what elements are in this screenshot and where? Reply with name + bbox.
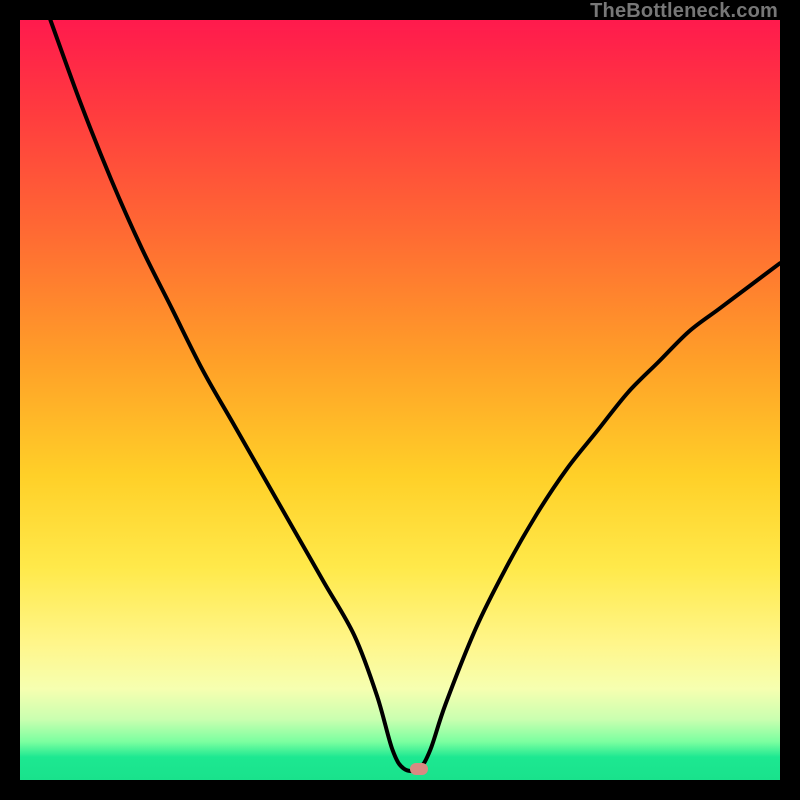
chart-frame: TheBottleneck.com [0, 0, 800, 800]
chart-curve-path [50, 20, 780, 771]
chart-curve-svg [20, 20, 780, 780]
watermark-text: TheBottleneck.com [590, 0, 778, 23]
chart-plot-area [20, 20, 780, 780]
bottleneck-marker [410, 763, 428, 775]
